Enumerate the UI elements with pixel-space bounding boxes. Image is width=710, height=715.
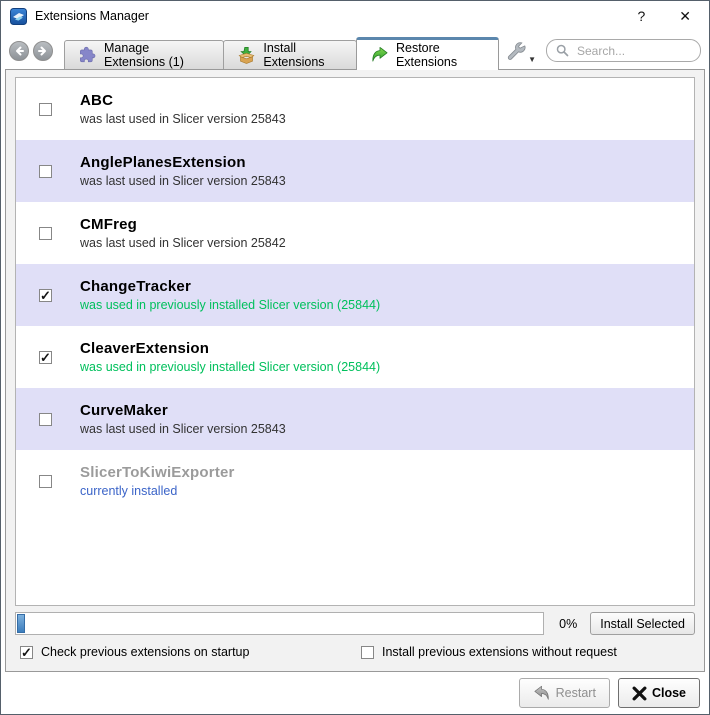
extension-name: CleaverExtension — [80, 340, 380, 357]
close-x-icon — [632, 686, 647, 701]
extension-row[interactable]: SlicerToKiwiExporter currently installed — [16, 450, 694, 512]
extension-row[interactable]: CMFreg was last used in Slicer version 2… — [16, 202, 694, 264]
tab-restore-extensions[interactable]: Restore Extensions — [356, 37, 499, 70]
extension-checkbox[interactable] — [39, 227, 52, 240]
close-label: Close — [652, 686, 686, 700]
extension-row[interactable]: ABC was last used in Slicer version 2584… — [16, 78, 694, 140]
option-checkbox[interactable] — [361, 646, 374, 659]
wrench-icon — [506, 41, 527, 62]
arrow-left-icon — [13, 45, 25, 57]
progress-row: 0% Install Selected — [15, 612, 695, 635]
help-button[interactable]: ? — [631, 1, 651, 31]
history-back-button[interactable] — [9, 41, 29, 61]
extension-name: CMFreg — [80, 216, 286, 233]
toolbar: Manage Extensions (1) Install Extensions… — [1, 31, 709, 69]
extension-row[interactable]: ✓ ChangeTracker was used in previously i… — [16, 264, 694, 326]
extension-row[interactable]: ✓ CleaverExtension was used in previousl… — [16, 326, 694, 388]
options-row: ✓ Check previous extensions on startup I… — [15, 642, 695, 662]
extension-text: CMFreg was last used in Slicer version 2… — [80, 216, 286, 250]
extension-text: CurveMaker was last used in Slicer versi… — [80, 402, 286, 436]
footer: Restart Close — [1, 672, 709, 714]
option-item: ✓ Check previous extensions on startup — [20, 645, 361, 659]
tab-label: Install Extensions — [263, 41, 343, 69]
window-close-button[interactable]: ✕ — [673, 1, 697, 31]
extension-status: was last used in Slicer version 25842 — [80, 236, 286, 250]
restart-label: Restart — [556, 686, 596, 700]
option-checkbox[interactable]: ✓ — [20, 646, 33, 659]
extension-checkbox[interactable] — [39, 103, 52, 116]
option-label: Install previous extensions without requ… — [382, 645, 617, 659]
extension-row[interactable]: AnglePlanesExtension was last used in Sl… — [16, 140, 694, 202]
search-icon — [556, 44, 569, 57]
tab-label: Manage Extensions (1) — [104, 41, 210, 69]
tab-bar: Manage Extensions (1) Install Extensions… — [64, 37, 498, 69]
restore-arrow-icon — [370, 45, 389, 64]
chevron-down-icon: ▼ — [528, 55, 536, 64]
extension-text: ABC was last used in Slicer version 2584… — [80, 92, 286, 126]
tab-install-extensions[interactable]: Install Extensions — [223, 40, 357, 69]
extension-checkbox[interactable]: ✓ — [39, 289, 52, 302]
search-box[interactable] — [546, 39, 701, 62]
progress-fill — [17, 614, 25, 633]
extension-name: SlicerToKiwiExporter — [80, 464, 235, 481]
extensions-manager-window: Extensions Manager ? ✕ Manage Extensions… — [0, 0, 710, 715]
extension-status: was last used in Slicer version 25843 — [80, 174, 286, 188]
extension-checkbox[interactable] — [39, 413, 52, 426]
option-label: Check previous extensions on startup — [41, 645, 249, 659]
extension-checkbox[interactable] — [39, 165, 52, 178]
restart-arrow-icon — [533, 684, 551, 702]
extension-text: ChangeTracker was used in previously ins… — [80, 278, 380, 312]
install-box-icon — [237, 46, 256, 65]
extension-checkbox[interactable] — [39, 475, 52, 488]
search-input[interactable] — [575, 43, 691, 59]
extension-checkbox[interactable]: ✓ — [39, 351, 52, 364]
extension-text: SlicerToKiwiExporter currently installed — [80, 464, 235, 498]
restore-extensions-pane: ABC was last used in Slicer version 2584… — [5, 69, 705, 672]
extension-status: was used in previously installed Slicer … — [80, 298, 380, 312]
extension-name: ABC — [80, 92, 286, 109]
tab-manage-extensions[interactable]: Manage Extensions (1) — [64, 40, 224, 69]
extension-list: ABC was last used in Slicer version 2584… — [15, 77, 695, 606]
extension-status: was last used in Slicer version 25843 — [80, 112, 286, 126]
extension-text: CleaverExtension was used in previously … — [80, 340, 380, 374]
extension-name: AnglePlanesExtension — [80, 154, 286, 171]
extension-status: was used in previously installed Slicer … — [80, 360, 380, 374]
install-selected-button[interactable]: Install Selected — [590, 612, 695, 635]
tools-menu-button[interactable]: ▼ — [506, 41, 536, 62]
window-title: Extensions Manager — [35, 9, 149, 23]
slicer-logo-icon — [10, 8, 27, 25]
puzzle-icon — [78, 46, 97, 65]
progress-percent-label: 0% — [552, 617, 584, 631]
extension-row[interactable]: CurveMaker was last used in Slicer versi… — [16, 388, 694, 450]
tab-label: Restore Extensions — [396, 41, 485, 69]
close-button[interactable]: Close — [618, 678, 700, 708]
option-item: Install previous extensions without requ… — [361, 645, 617, 659]
install-progress-bar — [15, 612, 544, 635]
restart-button[interactable]: Restart — [519, 678, 610, 708]
extension-name: ChangeTracker — [80, 278, 380, 295]
extension-status: was last used in Slicer version 25843 — [80, 422, 286, 436]
extension-status: currently installed — [80, 484, 235, 498]
arrow-right-icon — [37, 45, 49, 57]
extension-name: CurveMaker — [80, 402, 286, 419]
history-forward-button[interactable] — [33, 41, 53, 61]
extension-text: AnglePlanesExtension was last used in Sl… — [80, 154, 286, 188]
title-bar: Extensions Manager ? ✕ — [1, 1, 709, 31]
